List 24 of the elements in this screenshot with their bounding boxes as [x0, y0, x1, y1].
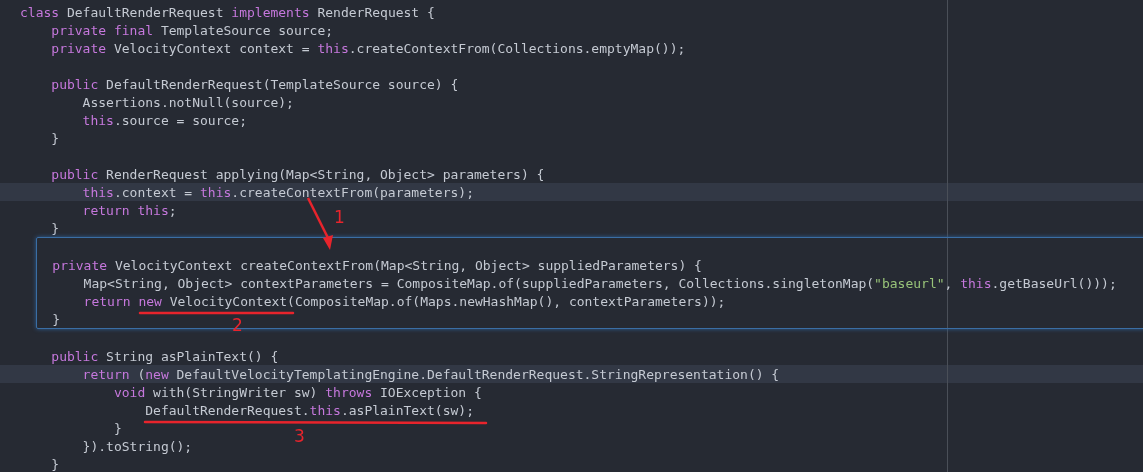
code-line: Map<String, Object> contextParameters = CompositeMap.of(suppliedParameters, Collections.singletonMap("baseurl", this.getBaseUrl())); [82, 275, 1117, 293]
code-line: this.source = source; [81, 112, 247, 130]
code-line: private final TemplateSource source; [50, 22, 334, 40]
code-line: } [50, 130, 60, 148]
code-line: public RenderRequest applying(Map<String, Object> parameters) { [50, 166, 545, 184]
annotation-number: 1 [334, 207, 345, 227]
annotation-number: 3 [294, 426, 305, 446]
code-line: } [50, 220, 60, 238]
code-line: }).toString(); [81, 438, 193, 456]
code-line: return (new DefaultVelocityTemplatingEngine.DefaultRenderRequest.StringRepresentation() { [81, 366, 780, 384]
code-line: return new VelocityContext(CompositeMap.of(Maps.newHashMap(), contextParameters)); [82, 293, 726, 311]
code-line: private VelocityContext createContextFrom(Map<String, Object> suppliedParameters) { [51, 257, 702, 275]
code-line: return this; [81, 202, 177, 220]
code-line: } [50, 456, 60, 472]
code-line: void with(StringWriter sw) throws IOException { [112, 384, 482, 402]
code-line: public String asPlainText() { [50, 348, 279, 366]
code-line: } [51, 311, 61, 329]
code-line: Assertions.notNull(source); [81, 94, 294, 112]
code-line: private VelocityContext context = this.createContextFrom(Collections.emptyMap()); [50, 40, 686, 58]
code-line: } [112, 420, 122, 438]
code-line: class DefaultRenderRequest implements RenderRequest { [19, 4, 435, 22]
code-line: DefaultRenderRequest.this.asPlainText(sw); [144, 402, 474, 420]
code-line: this.context = this.createContextFrom(parameters); [81, 184, 474, 202]
code-line: public DefaultRenderRequest(TemplateSource source) { [50, 76, 459, 94]
